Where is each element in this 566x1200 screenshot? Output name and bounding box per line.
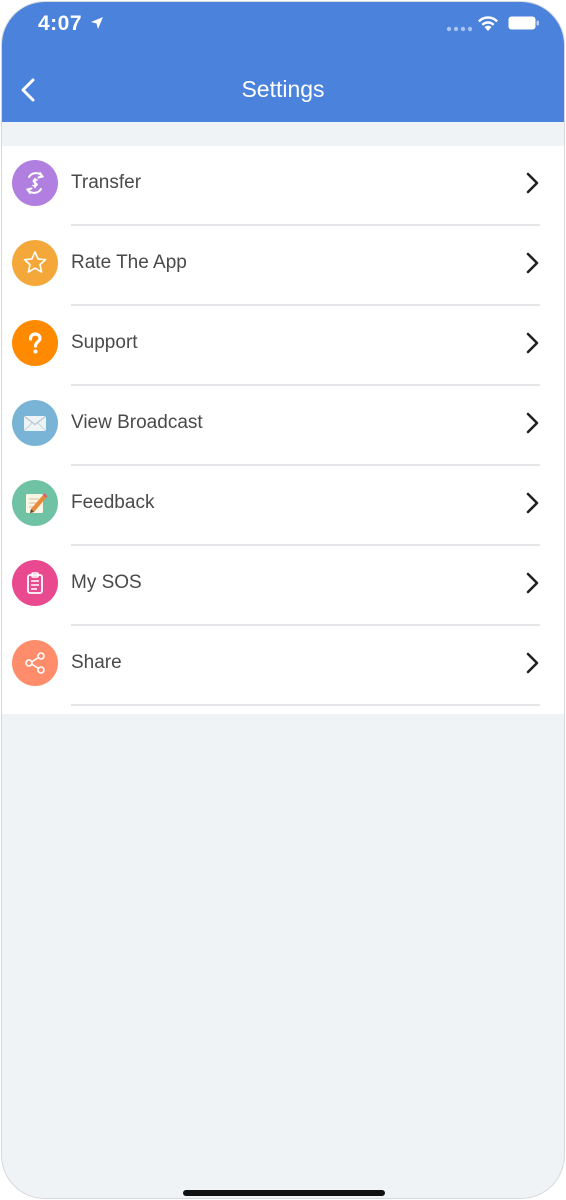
question-icon xyxy=(12,320,58,366)
clipboard-icon xyxy=(12,560,58,606)
chevron-right-icon xyxy=(526,572,539,594)
menu-item-rate-the-app[interactable]: Rate The App xyxy=(2,226,564,306)
nav-bar: Settings xyxy=(2,62,564,118)
status-bar: 4:07 xyxy=(2,2,564,46)
star-icon xyxy=(12,240,58,286)
settings-list: Transfer Rate The App Support View Broad… xyxy=(2,146,564,714)
menu-item-view-broadcast[interactable]: View Broadcast xyxy=(2,386,564,466)
status-time: 4:07 xyxy=(38,12,83,35)
menu-item-feedback[interactable]: Feedback xyxy=(2,466,564,546)
menu-item-label: My SOS xyxy=(71,572,142,593)
chevron-right-icon xyxy=(526,252,539,274)
chevron-right-icon xyxy=(526,172,539,194)
header: 4:07 Settings xyxy=(2,2,564,122)
envelope-icon xyxy=(12,400,58,446)
transfer-icon xyxy=(12,160,58,206)
battery-icon xyxy=(508,16,539,30)
menu-item-label: Support xyxy=(71,332,138,353)
phone-screen: 4:07 Settings Transfer Rate The App Supp… xyxy=(1,1,565,1199)
menu-item-label: Transfer xyxy=(71,172,142,193)
wifi-icon xyxy=(478,16,498,31)
share-icon xyxy=(12,640,58,686)
menu-item-support[interactable]: Support xyxy=(2,306,564,386)
menu-item-label: Rate The App xyxy=(71,252,187,273)
chevron-right-icon xyxy=(526,492,539,514)
menu-item-transfer[interactable]: Transfer xyxy=(2,146,564,226)
pencil-note-icon xyxy=(12,480,58,526)
home-indicator[interactable] xyxy=(183,1190,385,1196)
cellular-signal-icon xyxy=(446,26,472,32)
location-arrow-icon xyxy=(91,17,103,29)
menu-item-label: Feedback xyxy=(71,492,155,513)
divider xyxy=(71,704,540,706)
menu-item-my-sos[interactable]: My SOS xyxy=(2,546,564,626)
menu-item-label: View Broadcast xyxy=(71,412,203,433)
page-title: Settings xyxy=(241,76,325,102)
chevron-right-icon xyxy=(526,332,539,354)
menu-item-share[interactable]: Share xyxy=(2,626,564,706)
chevron-right-icon xyxy=(526,652,539,674)
menu-item-label: Share xyxy=(71,652,122,673)
chevron-right-icon xyxy=(526,412,539,434)
